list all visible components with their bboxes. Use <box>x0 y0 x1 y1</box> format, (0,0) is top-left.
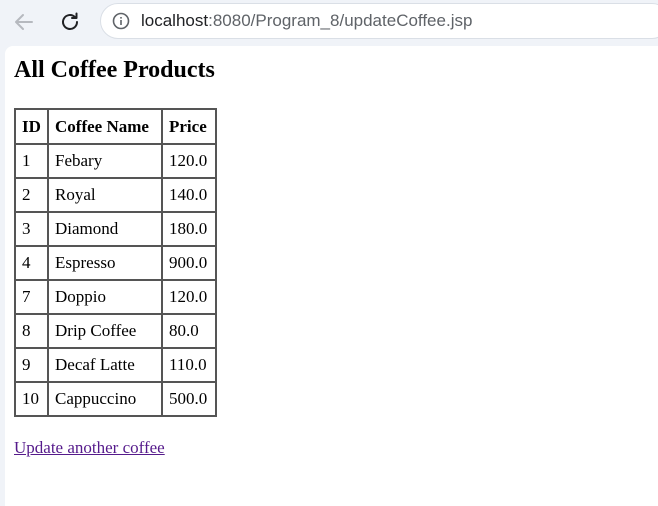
cell-price: 120.0 <box>162 144 216 178</box>
url-path: :8080/Program_8/updateCoffee.jsp <box>208 11 473 30</box>
cell-price: 900.0 <box>162 246 216 280</box>
page-viewport: All Coffee Products ID Coffee Name Price… <box>5 46 658 506</box>
address-bar[interactable]: localhost:8080/Program_8/updateCoffee.js… <box>100 3 658 39</box>
column-header-id: ID <box>15 109 48 144</box>
table-row: 8 Drip Coffee 80.0 <box>15 314 216 348</box>
table-row: 7 Doppio 120.0 <box>15 280 216 314</box>
back-button[interactable] <box>8 6 40 38</box>
coffee-table: ID Coffee Name Price 1 Febary 120.0 2 Ro… <box>14 108 217 417</box>
url-text: localhost:8080/Program_8/updateCoffee.js… <box>141 11 472 31</box>
cell-price: 140.0 <box>162 178 216 212</box>
cell-name: Doppio <box>48 280 162 314</box>
cell-name: Diamond <box>48 212 162 246</box>
cell-id: 8 <box>15 314 48 348</box>
cell-id: 3 <box>15 212 48 246</box>
browser-toolbar: localhost:8080/Program_8/updateCoffee.js… <box>0 0 658 44</box>
column-header-price: Price <box>162 109 216 144</box>
table-row: 10 Cappuccino 500.0 <box>15 382 216 416</box>
cell-price: 500.0 <box>162 382 216 416</box>
cell-name: Decaf Latte <box>48 348 162 382</box>
cell-id: 7 <box>15 280 48 314</box>
back-arrow-icon <box>15 14 33 30</box>
reload-button[interactable] <box>54 6 86 38</box>
cell-name: Cappuccino <box>48 382 162 416</box>
table-header-row: ID Coffee Name Price <box>15 109 216 144</box>
table-row: 4 Espresso 900.0 <box>15 246 216 280</box>
cell-id: 1 <box>15 144 48 178</box>
cell-id: 10 <box>15 382 48 416</box>
cell-name: Drip Coffee <box>48 314 162 348</box>
cell-name: Espresso <box>48 246 162 280</box>
column-header-name: Coffee Name <box>48 109 162 144</box>
cell-id: 2 <box>15 178 48 212</box>
table-row: 3 Diamond 180.0 <box>15 212 216 246</box>
url-host: localhost <box>141 11 209 30</box>
cell-price: 180.0 <box>162 212 216 246</box>
table-row: 9 Decaf Latte 110.0 <box>15 348 216 382</box>
update-another-coffee-link[interactable]: Update another coffee <box>14 438 165 458</box>
table-row: 1 Febary 120.0 <box>15 144 216 178</box>
site-info-icon[interactable] <box>111 11 131 31</box>
reload-icon <box>62 12 78 30</box>
cell-price: 120.0 <box>162 280 216 314</box>
cell-name: Royal <box>48 178 162 212</box>
table-row: 2 Royal 140.0 <box>15 178 216 212</box>
page-title: All Coffee Products <box>14 57 215 83</box>
cell-price: 80.0 <box>162 314 216 348</box>
cell-id: 9 <box>15 348 48 382</box>
page-content: All Coffee Products ID Coffee Name Price… <box>14 55 217 458</box>
cell-price: 110.0 <box>162 348 216 382</box>
cell-id: 4 <box>15 246 48 280</box>
cell-name: Febary <box>48 144 162 178</box>
